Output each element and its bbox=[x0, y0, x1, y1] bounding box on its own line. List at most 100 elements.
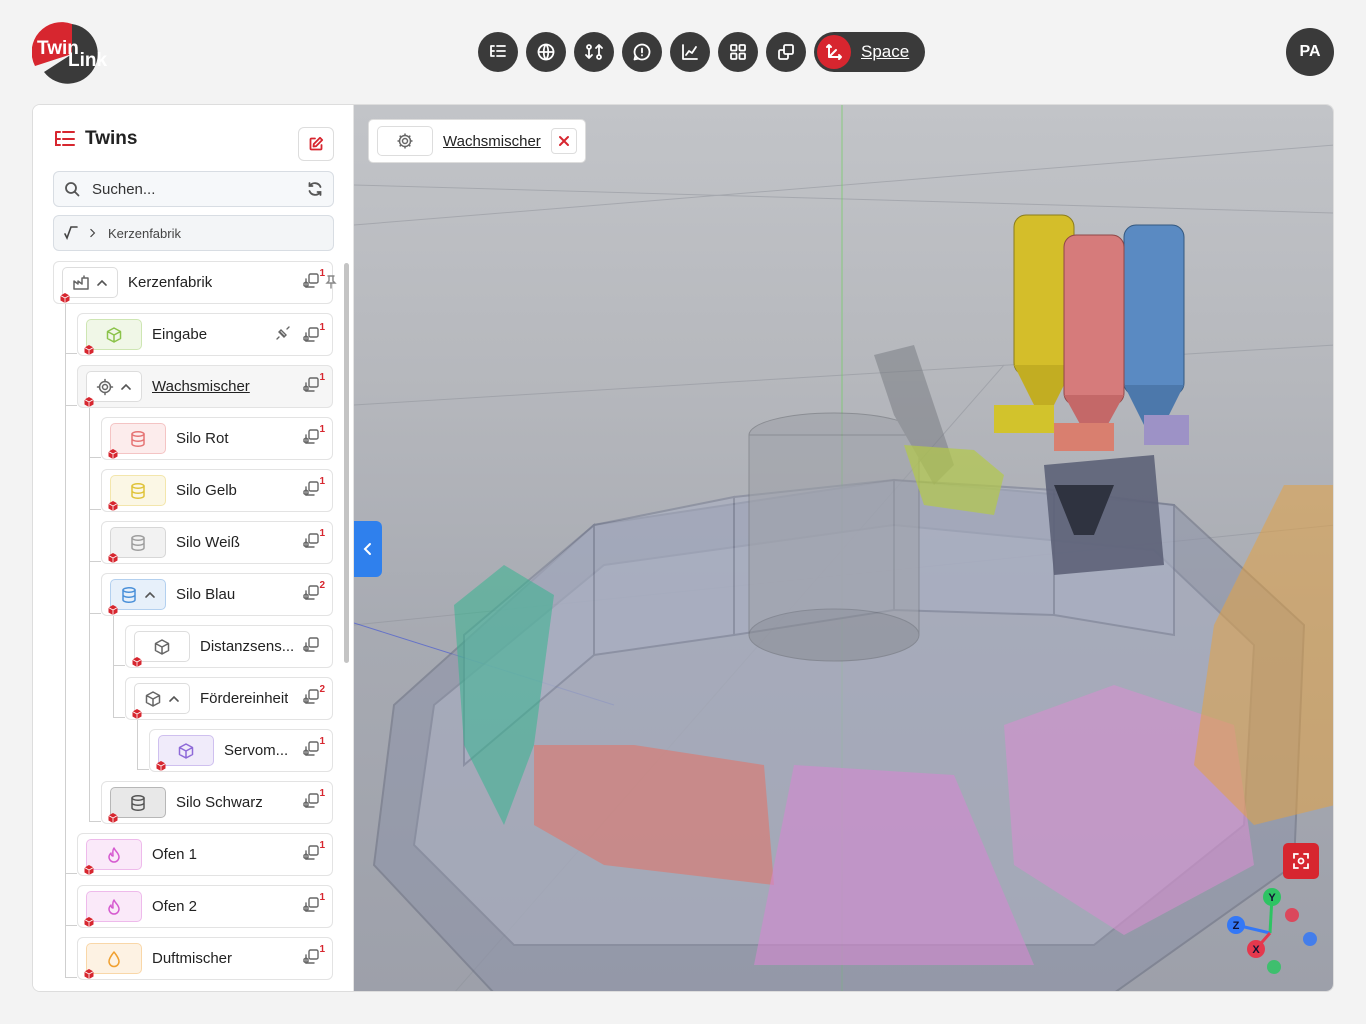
node-icon-box bbox=[84, 943, 142, 979]
edit-button[interactable] bbox=[298, 127, 334, 161]
tree-node-label: Servom... bbox=[224, 742, 289, 759]
tree-node[interactable]: Eingabe 1 bbox=[77, 313, 333, 356]
twin-count-badge: 1 bbox=[319, 788, 325, 799]
node-actions: 1 bbox=[302, 268, 325, 292]
message-icon bbox=[633, 43, 651, 61]
node-icon-box bbox=[84, 891, 142, 927]
gear-icon bbox=[96, 378, 114, 395]
tree-node[interactable]: Kerzenfabrik 1 bbox=[53, 261, 333, 304]
routes-button[interactable] bbox=[574, 32, 614, 72]
globe-button[interactable] bbox=[526, 32, 566, 72]
cube-icon bbox=[106, 326, 122, 343]
node-icon-box bbox=[108, 475, 166, 511]
model-cube-icon bbox=[83, 967, 95, 979]
node-actions: 1 bbox=[302, 476, 325, 500]
twin-link-icon[interactable]: 1 bbox=[302, 372, 325, 396]
twin-link-icon[interactable]: 1 bbox=[302, 840, 325, 864]
model-cube-icon bbox=[131, 707, 143, 719]
node-actions: 1 bbox=[302, 840, 325, 864]
twin-link-icon[interactable]: 2 bbox=[302, 580, 325, 604]
tree-node-label: Wachsmischer bbox=[152, 378, 250, 395]
node-actions: 1 bbox=[302, 528, 325, 552]
twin-link-icon[interactable]: 1 bbox=[302, 322, 325, 346]
dashboard-button[interactable] bbox=[718, 32, 758, 72]
model-cube-icon bbox=[83, 343, 95, 355]
search-field bbox=[53, 171, 334, 207]
pin-icon[interactable] bbox=[324, 275, 338, 294]
tree-node[interactable]: Distanzsens... bbox=[125, 625, 333, 668]
factory-3d-model[interactable] bbox=[354, 105, 1334, 992]
connect-icon[interactable] bbox=[274, 324, 292, 347]
tree-node[interactable]: Silo Rot 1 bbox=[101, 417, 333, 460]
database-icon bbox=[131, 430, 145, 447]
tree-list-button[interactable] bbox=[478, 32, 518, 72]
tree-node-label: Silo Rot bbox=[176, 430, 229, 447]
gear-icon bbox=[377, 126, 433, 156]
breadcrumb[interactable]: Kerzenfabrik bbox=[53, 215, 334, 251]
tree-node[interactable]: Silo Weiß 1 bbox=[101, 521, 333, 564]
database-icon bbox=[131, 482, 145, 499]
tree-node-label: Duftmischer bbox=[152, 950, 233, 967]
twin-count-badge: 1 bbox=[319, 372, 325, 383]
tree-node[interactable]: Servom... 1 bbox=[149, 729, 333, 772]
twin-link-icon[interactable]: 1 bbox=[302, 892, 325, 916]
model-cube-icon bbox=[107, 811, 119, 823]
message-button[interactable] bbox=[622, 32, 662, 72]
user-avatar[interactable]: PA bbox=[1286, 28, 1334, 76]
space-button[interactable]: Space bbox=[814, 32, 926, 72]
twinlink-logo[interactable]: Twin Link bbox=[31, 22, 112, 84]
tree-connector bbox=[113, 717, 125, 718]
twin-link-icon[interactable]: 1 bbox=[302, 944, 325, 968]
cube-icon bbox=[154, 638, 170, 655]
edit-icon bbox=[309, 136, 324, 151]
tree-node[interactable]: Silo Gelb 1 bbox=[101, 469, 333, 512]
tree-connector bbox=[89, 561, 101, 562]
tree-node[interactable]: Wachsmischer 1 bbox=[77, 365, 333, 408]
twin-link-icon[interactable] bbox=[302, 636, 322, 656]
flame-icon bbox=[108, 898, 120, 915]
selected-twin-label[interactable]: Wachsmischer bbox=[443, 133, 541, 150]
tree-node[interactable]: Silo Blau 2 bbox=[101, 573, 333, 616]
focus-button[interactable] bbox=[1283, 843, 1319, 879]
axis-gizmo[interactable]: Y Z X bbox=[1222, 883, 1332, 979]
search-input[interactable] bbox=[92, 180, 307, 198]
tree-node[interactable]: Ofen 2 1 bbox=[77, 885, 333, 928]
tree-node-label: Ofen 1 bbox=[152, 846, 198, 863]
chart-button[interactable] bbox=[670, 32, 710, 72]
collapse-sidebar-button[interactable] bbox=[354, 521, 382, 577]
node-icon-box bbox=[84, 371, 142, 407]
twin-link-icon[interactable]: 2 bbox=[302, 684, 325, 708]
twin-link-icon[interactable]: 1 bbox=[302, 528, 325, 552]
factory-icon bbox=[73, 274, 89, 290]
copy-button[interactable] bbox=[766, 32, 806, 72]
model-cube-icon bbox=[107, 551, 119, 563]
chevron-up-icon[interactable] bbox=[120, 381, 132, 393]
node-actions: 1 bbox=[302, 372, 325, 396]
tree-connector bbox=[65, 873, 77, 874]
chevron-up-icon[interactable] bbox=[144, 589, 156, 601]
twin-link-icon[interactable]: 1 bbox=[302, 268, 325, 292]
tree-node-label: Silo Weiß bbox=[176, 534, 240, 551]
3d-viewport[interactable]: Wachsmischer Y Z X bbox=[354, 105, 1334, 992]
twin-link-icon[interactable]: 1 bbox=[302, 736, 325, 760]
tree-scrollbar[interactable] bbox=[344, 263, 349, 663]
model-cube-icon bbox=[107, 499, 119, 511]
tree-node[interactable]: Fördereinheit 2 bbox=[125, 677, 333, 720]
chevron-up-icon[interactable] bbox=[96, 277, 108, 289]
tree-node[interactable]: Duftmischer 1 bbox=[77, 937, 333, 980]
close-tag-button[interactable] bbox=[550, 128, 577, 154]
twin-count-badge: 1 bbox=[319, 476, 325, 487]
twin-count-badge: 2 bbox=[319, 580, 325, 591]
twin-link-icon[interactable]: 1 bbox=[302, 476, 325, 500]
twin-link-icon[interactable]: 1 bbox=[302, 788, 325, 812]
twin-link-icon[interactable]: 1 bbox=[302, 424, 325, 448]
node-actions: 2 bbox=[302, 684, 325, 708]
tree-node[interactable]: Ofen 1 1 bbox=[77, 833, 333, 876]
tree-node-label: Fördereinheit bbox=[200, 690, 289, 707]
model-cube-icon bbox=[83, 915, 95, 927]
tree-node[interactable]: Silo Schwarz 1 bbox=[101, 781, 333, 824]
refresh-icon[interactable] bbox=[307, 181, 323, 197]
selected-twin-tag[interactable]: Wachsmischer bbox=[368, 119, 586, 163]
tree-node-label: Silo Schwarz bbox=[176, 794, 263, 811]
chevron-up-icon[interactable] bbox=[168, 693, 180, 705]
